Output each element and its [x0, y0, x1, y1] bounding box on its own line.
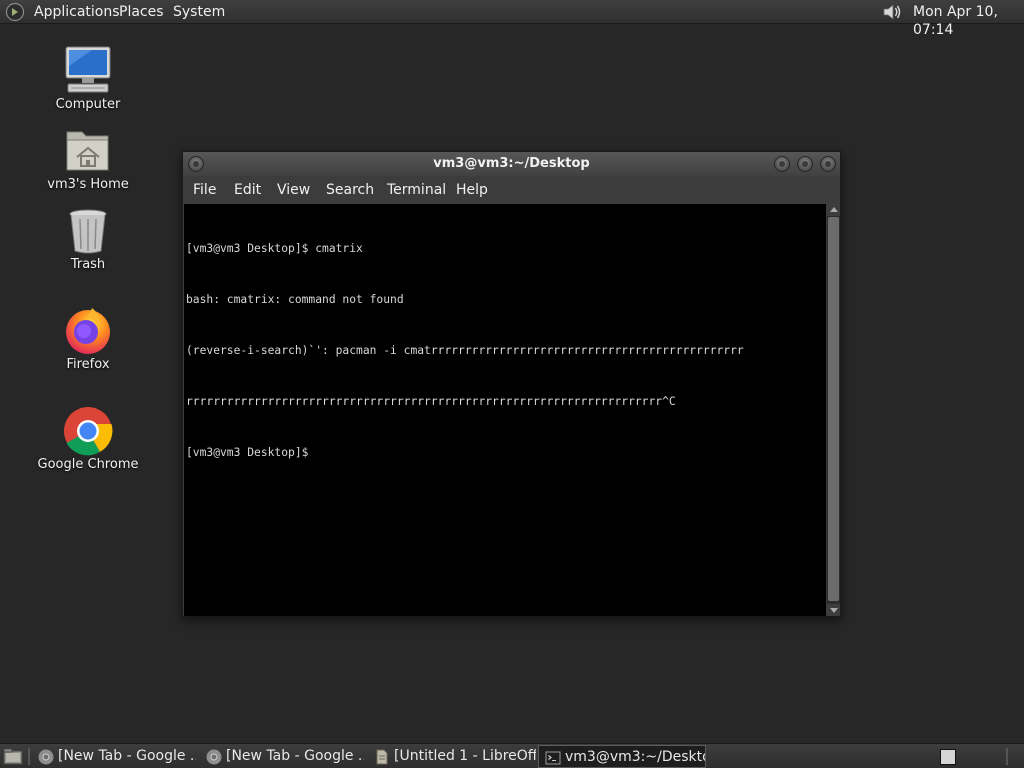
computer-icon [65, 46, 111, 93]
minimize-button[interactable] [774, 156, 790, 172]
firefox-icon [66, 308, 110, 354]
gnome-foot-icon[interactable] [5, 2, 25, 22]
window-title: vm3@vm3:~/Desktop [433, 156, 590, 171]
terminal-icon [545, 751, 561, 765]
scroll-down-arrow-icon[interactable] [827, 604, 840, 616]
menu-help[interactable]: Help [456, 182, 488, 198]
chrome-icon [64, 407, 113, 456]
terminal-window: vm3@vm3:~/Desktop File Edit View Search … [182, 151, 841, 617]
panel-divider [1006, 748, 1008, 765]
document-icon [376, 749, 388, 765]
clock[interactable]: Mon Apr 10, 07:14 [913, 3, 1024, 38]
menu-search[interactable]: Search [326, 182, 374, 198]
taskbar-item-label: [New Tab - Google ... [226, 748, 364, 764]
desktop-icon-label: vm3's Home [47, 177, 129, 192]
taskbar-item-label: vm3@vm3:~/Desktop [565, 749, 706, 765]
taskbar-item-libreoffice[interactable]: [Untitled 1 - LibreOffi... [368, 745, 536, 768]
terminal-line: rrrrrrrrrrrrrrrrrrrrrrrrrrrrrrrrrrrrrrrr… [186, 395, 676, 408]
terminal-output[interactable]: [vm3@vm3 Desktop]$ cmatrix bash: cmatrix… [184, 204, 826, 616]
menu-view[interactable]: View [277, 182, 310, 198]
show-desktop-icon[interactable] [3, 748, 23, 766]
taskbar-item-terminal[interactable]: vm3@vm3:~/Desktop [538, 745, 706, 768]
chrome-icon [206, 749, 222, 765]
desktop-icon-label: Trash [70, 257, 106, 272]
desktop-icon-chrome[interactable]: Google Chrome [33, 404, 143, 472]
desktop-icon-trash[interactable]: Trash [33, 204, 143, 272]
terminal-menubar: File Edit View Search Terminal Help [183, 176, 840, 204]
desktop-icon-label: Computer [55, 97, 121, 112]
taskbar-item-label: [Untitled 1 - LibreOffi... [394, 748, 536, 764]
trash-icon [69, 209, 107, 254]
scrollbar-thumb[interactable] [828, 217, 839, 601]
menu-file[interactable]: File [193, 182, 216, 198]
terminal-line: (reverse-i-search)`': pacman -i cmatrrrr… [186, 344, 744, 357]
desktop-icon-computer[interactable]: Computer [33, 44, 143, 112]
top-panel: Applications Places System Mon Apr 10, 0… [0, 0, 1024, 38]
bottom-panel: [New Tab - Google ... [New Tab - Google … [0, 743, 1024, 768]
terminal-scrollbar[interactable] [827, 204, 840, 616]
menu-applications[interactable]: Applications [34, 3, 120, 21]
maximize-button[interactable] [797, 156, 813, 172]
window-titlebar[interactable]: vm3@vm3:~/Desktop [183, 152, 840, 176]
chrome-icon [38, 749, 54, 765]
speaker-icon[interactable] [881, 2, 903, 22]
desktop-icon-label: Firefox [66, 357, 110, 372]
menu-places[interactable]: Places [119, 3, 164, 21]
scroll-up-arrow-icon[interactable] [827, 204, 840, 216]
menu-edit[interactable]: Edit [234, 182, 261, 198]
terminal-line: [vm3@vm3 Desktop]$ [186, 446, 309, 459]
workspace-switcher[interactable] [940, 749, 956, 765]
desktop-icon-label: Google Chrome [37, 457, 139, 472]
desktop-icon-firefox[interactable]: Firefox [33, 304, 143, 372]
taskbar-item-label: [New Tab - Google ... [58, 748, 196, 764]
taskbar-item-chrome-2[interactable]: [New Tab - Google ... [200, 745, 364, 768]
taskbar-item-chrome-1[interactable]: [New Tab - Google ... [32, 745, 196, 768]
home-folder-icon [66, 131, 109, 171]
menu-system[interactable]: System [173, 3, 225, 21]
desktop-icon-home[interactable]: vm3's Home [33, 124, 143, 192]
terminal-line: bash: cmatrix: command not found [186, 293, 404, 306]
terminal-line: [vm3@vm3 Desktop]$ cmatrix [186, 242, 363, 255]
panel-divider [28, 748, 30, 765]
menu-terminal[interactable]: Terminal [387, 182, 446, 198]
close-button[interactable] [820, 156, 836, 172]
